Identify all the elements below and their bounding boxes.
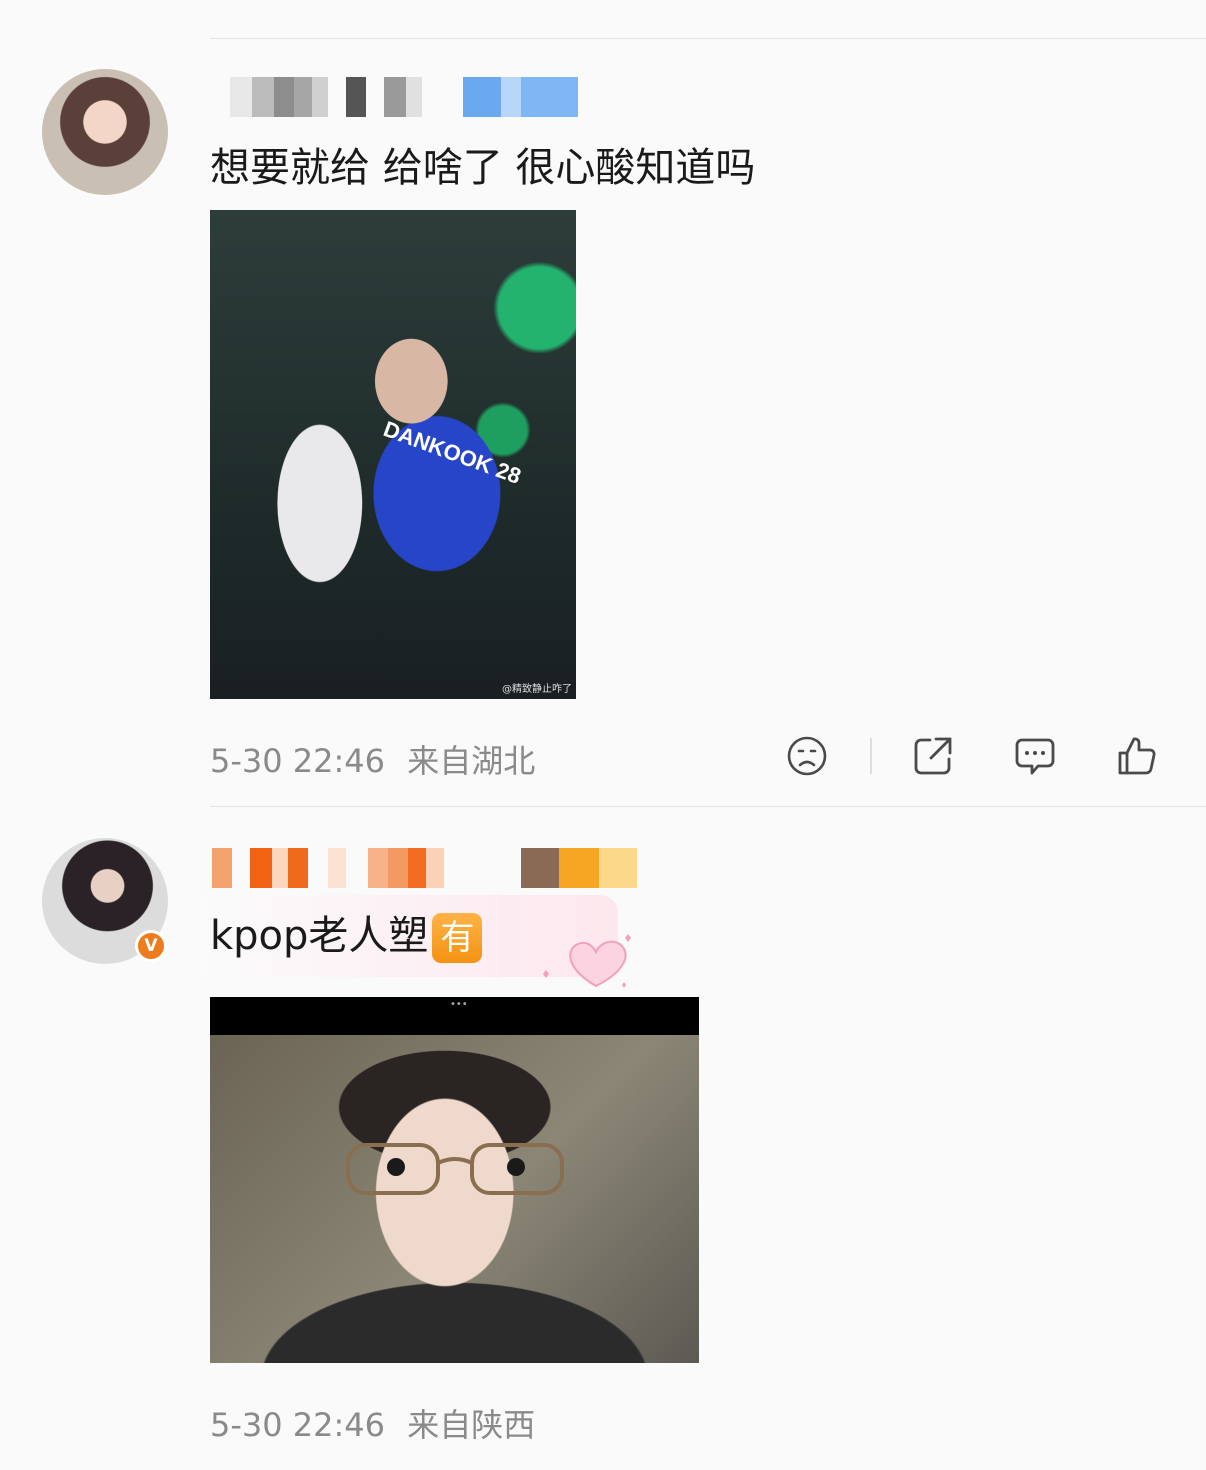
comment-location: 来自湖北 — [407, 742, 536, 780]
comment-image[interactable]: @精致静止咋了 — [210, 210, 576, 699]
divider — [210, 38, 1206, 39]
comment-image[interactable]: ••• — [210, 997, 699, 1363]
heart-sticker-icon — [538, 930, 638, 996]
glasses-graphic — [346, 1143, 564, 1195]
comment-meta: 5-30 22:46 来自陕西 — [210, 1400, 535, 1446]
comment-time: 5-30 22:46 — [210, 1406, 386, 1444]
comment-meta: 5-30 22:46 来自湖北 — [210, 736, 535, 782]
divider — [210, 806, 1206, 807]
comment-text-content: kpop老人塑 — [210, 913, 429, 959]
comment-text: kpop老人塑有 — [210, 908, 483, 964]
image-content — [210, 1035, 699, 1363]
username-blurred[interactable] — [212, 848, 444, 888]
sad-face-icon[interactable] — [785, 734, 829, 778]
emoji-badge: 有 — [432, 913, 483, 963]
avatar[interactable] — [42, 69, 168, 195]
user-badge-blurred — [463, 77, 578, 117]
user-badge-blurred — [521, 848, 637, 888]
comment-location: 来自陕西 — [407, 1406, 536, 1444]
share-icon[interactable] — [911, 734, 955, 778]
comment-icon[interactable] — [1013, 734, 1057, 778]
separator — [870, 738, 872, 774]
comment-time: 5-30 22:46 — [210, 742, 386, 780]
like-icon[interactable] — [1115, 734, 1159, 778]
image-watermark: @精致静止咋了 — [502, 684, 572, 695]
username-blurred[interactable] — [230, 77, 422, 117]
comment-text: 想要就给 给啥了 很心酸知道吗 — [210, 145, 756, 191]
image-dots: ••• — [450, 999, 468, 1010]
verified-badge: V — [135, 930, 167, 962]
comment-actions — [785, 734, 1159, 778]
